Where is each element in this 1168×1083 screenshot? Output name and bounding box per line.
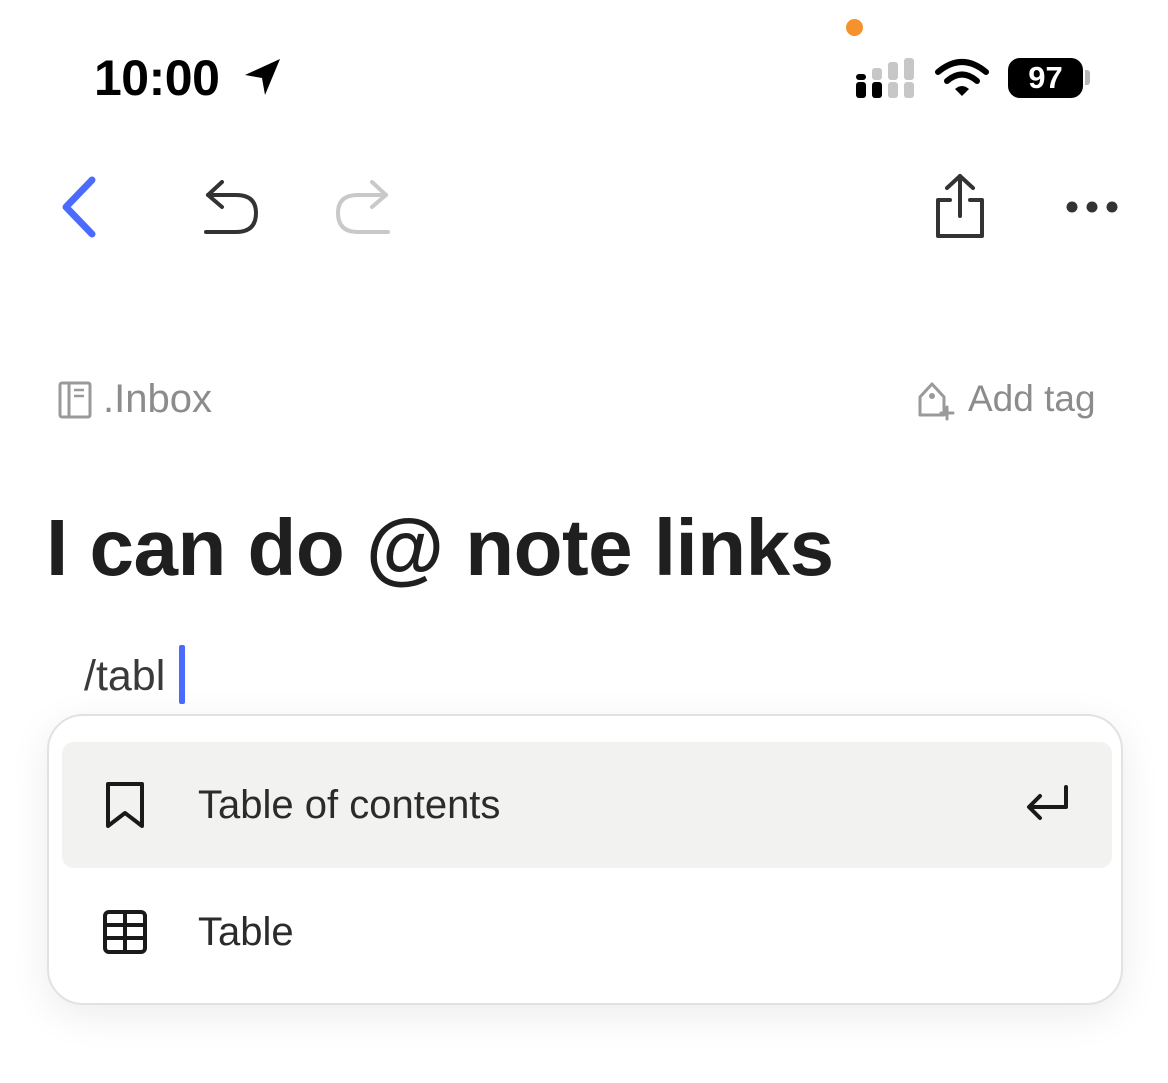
notebook-icon[interactable]: [58, 381, 92, 419]
enter-key-icon: [1027, 785, 1068, 820]
back-chevron-icon[interactable]: [56, 172, 104, 242]
table-icon: [103, 910, 147, 954]
location-arrow-icon: [245, 59, 280, 95]
undo-icon[interactable]: [200, 176, 264, 236]
share-icon[interactable]: [930, 172, 990, 240]
note-title[interactable]: I can do @ note links: [46, 500, 834, 596]
wifi-icon: [935, 59, 989, 96]
bookmark-icon: [106, 782, 144, 828]
notebook-name[interactable]: .Inbox: [103, 376, 212, 422]
command-item-label: Table: [198, 910, 294, 954]
add-tag-label[interactable]: Add tag: [968, 376, 1096, 422]
command-item-label: Table of contents: [198, 783, 501, 827]
command-item-table-of-contents[interactable]: Table of contents: [62, 742, 1112, 868]
battery-indicator: 97: [1008, 58, 1083, 98]
command-menu: Table of contents Table: [47, 714, 1123, 1005]
add-tag-icon[interactable]: [916, 381, 956, 421]
text-caret: [179, 645, 185, 704]
redo-icon[interactable]: [330, 176, 394, 236]
more-icon[interactable]: [1064, 192, 1120, 222]
status-time: 10:00: [94, 50, 220, 106]
editor-command-text[interactable]: /tabl: [84, 648, 165, 704]
cellular-signal-icon: [856, 58, 914, 98]
camera-indicator-dot: [846, 19, 863, 36]
battery-nub: [1085, 70, 1090, 85]
command-item-table[interactable]: Table: [62, 868, 1112, 994]
